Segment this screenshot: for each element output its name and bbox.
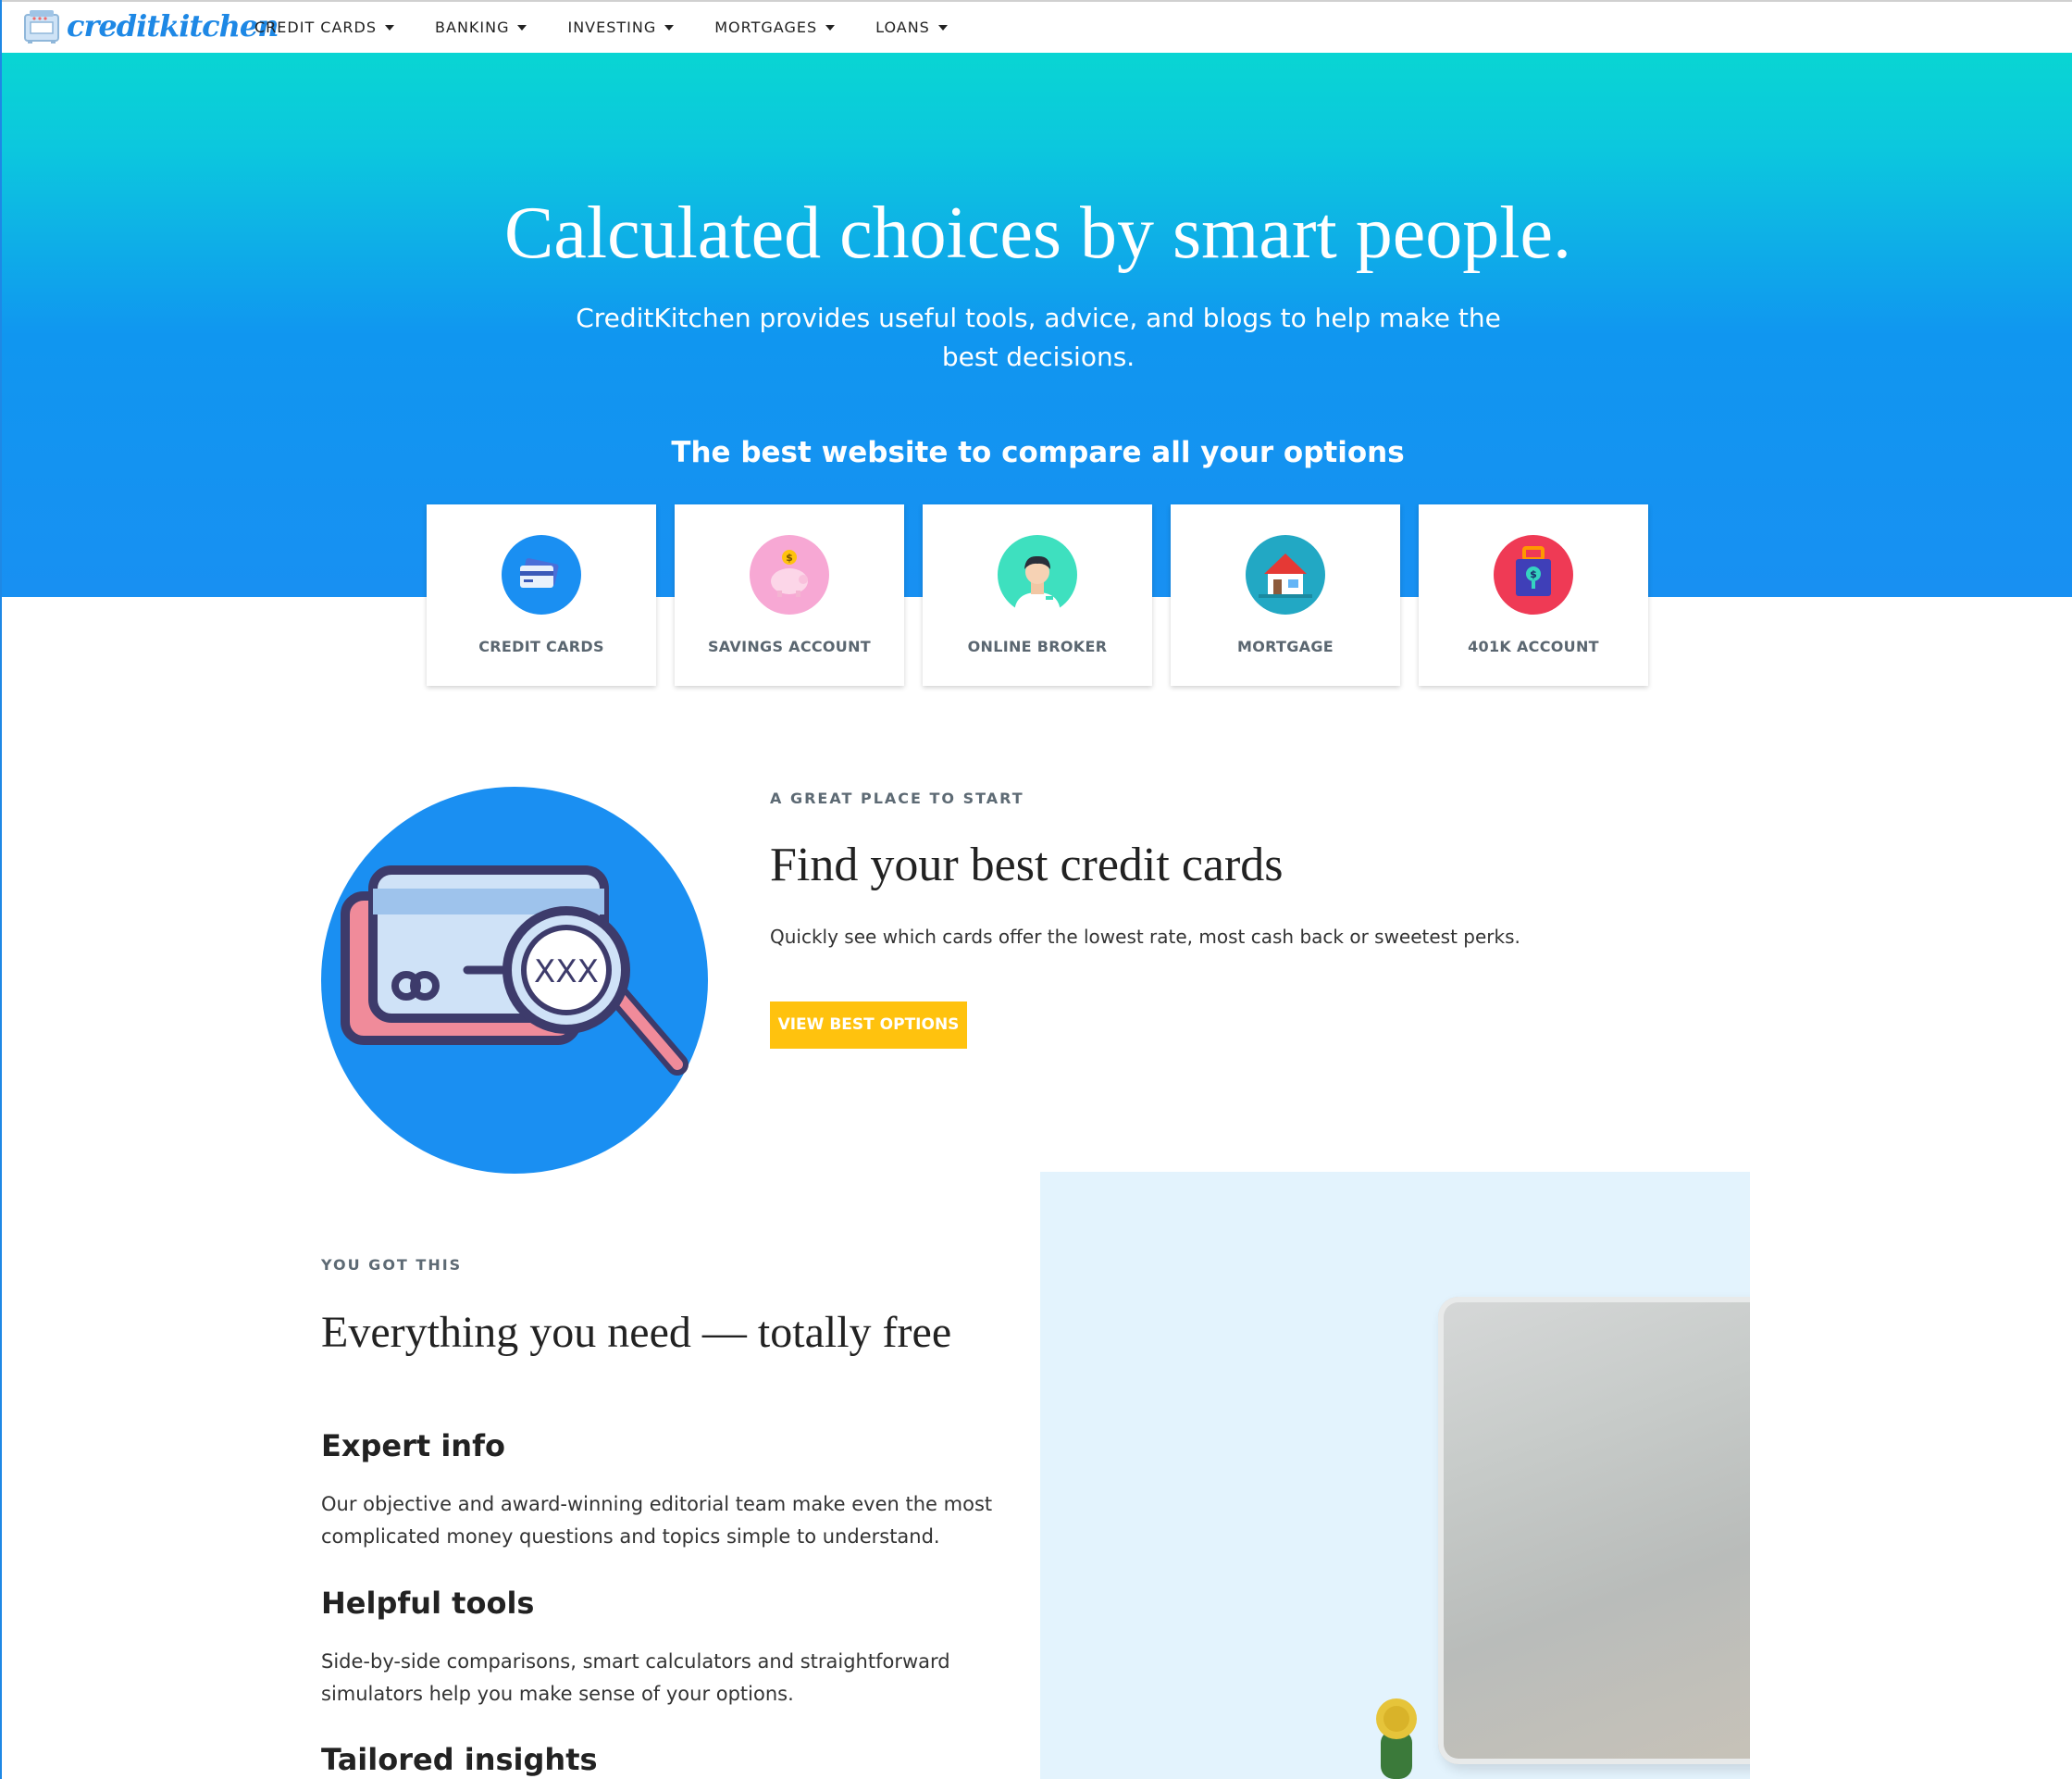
svg-text:$: $ bbox=[1530, 568, 1537, 580]
hero-subtitle: CreditKitchen provides useful tools, adv… bbox=[576, 303, 1501, 372]
nav-label: BANKING bbox=[435, 19, 510, 36]
nav-label: CREDIT CARDS bbox=[254, 19, 378, 36]
nav-label: MORTGAGES bbox=[714, 19, 818, 36]
category-label: SAVINGS ACCOUNT bbox=[707, 638, 872, 655]
feature-eyebrow: A GREAT PLACE TO START bbox=[770, 790, 1024, 807]
kitchen-stove-icon bbox=[22, 7, 61, 44]
feature-text-expert-info: Our objective and award-winning editoria… bbox=[321, 1493, 993, 1548]
nav-banking[interactable]: BANKING bbox=[435, 19, 527, 36]
category-cards: CREDIT CARDS $ SAVINGS ACCOUNT ONLINE BR… bbox=[427, 504, 1667, 686]
section-eyebrow: YOU GOT THIS bbox=[321, 1256, 463, 1274]
category-card-savings-account[interactable]: $ SAVINGS ACCOUNT bbox=[675, 504, 904, 686]
broker-avatar-icon bbox=[998, 535, 1077, 615]
hero-title: Calculated choices by smart people. bbox=[504, 193, 1571, 274]
brand-name: creditkitchen bbox=[67, 8, 279, 44]
category-label: 401K ACCOUNT bbox=[1468, 638, 1599, 655]
feature-heading-tailored-insights: Tailored insights bbox=[321, 1742, 598, 1777]
feature-heading-expert-info: Expert info bbox=[321, 1428, 505, 1463]
category-label: ONLINE BROKER bbox=[967, 638, 1108, 655]
category-card-online-broker[interactable]: ONLINE BROKER bbox=[923, 504, 1152, 686]
caret-down-icon bbox=[517, 24, 527, 31]
illustration-text: XXX bbox=[534, 953, 599, 990]
cactus-image bbox=[1373, 1695, 1420, 1779]
feature-heading-helpful-tools: Helpful tools bbox=[321, 1586, 535, 1621]
feature-text-helpful-tools: Side-by-side comparisons, smart calculat… bbox=[321, 1650, 950, 1705]
nav-menu: CREDIT CARDS BANKING INVESTING MORTGAGES… bbox=[254, 19, 988, 36]
category-label: MORTGAGE bbox=[1236, 638, 1334, 655]
caret-down-icon bbox=[664, 24, 675, 31]
category-card-401k-account[interactable]: $ 401K ACCOUNT bbox=[1419, 504, 1648, 686]
caret-down-icon bbox=[937, 24, 948, 31]
credit-card-icon bbox=[502, 535, 581, 615]
caret-down-icon bbox=[825, 24, 836, 31]
category-card-mortgage[interactable]: MORTGAGE bbox=[1171, 504, 1400, 686]
piggy-bank-icon: $ bbox=[750, 535, 829, 615]
feature-description: Quickly see which cards offer the lowest… bbox=[770, 926, 1520, 948]
laptop-photo bbox=[1040, 1172, 1750, 1779]
nav-loans[interactable]: LOANS bbox=[875, 19, 948, 36]
logo[interactable]: creditkitchen bbox=[22, 7, 279, 44]
house-icon bbox=[1246, 535, 1325, 615]
nav-label: LOANS bbox=[875, 19, 930, 36]
nav-credit-cards[interactable]: CREDIT CARDS bbox=[254, 19, 395, 36]
hero-tagline: The best website to compare all your opt… bbox=[671, 436, 1405, 469]
feature-title: Find your best credit cards bbox=[770, 839, 1284, 891]
category-card-credit-cards[interactable]: CREDIT CARDS bbox=[427, 504, 656, 686]
nav-mortgages[interactable]: MORTGAGES bbox=[714, 19, 836, 36]
caret-down-icon bbox=[385, 24, 395, 31]
section-title: Everything you need — totally free bbox=[321, 1308, 952, 1357]
svg-text:$: $ bbox=[786, 552, 793, 564]
nav-investing[interactable]: INVESTING bbox=[567, 19, 675, 36]
laptop-image bbox=[1438, 1297, 1750, 1764]
credit-card-search-illustration: XXX bbox=[321, 787, 708, 1174]
nav-label: INVESTING bbox=[567, 19, 657, 36]
category-label: CREDIT CARDS bbox=[478, 638, 604, 655]
view-best-options-button[interactable]: VIEW BEST OPTIONS bbox=[770, 1001, 967, 1049]
money-bag-icon: $ bbox=[1494, 535, 1573, 615]
top-navbar: creditkitchen CREDIT CARDS BANKING INVES… bbox=[2, 0, 2072, 53]
